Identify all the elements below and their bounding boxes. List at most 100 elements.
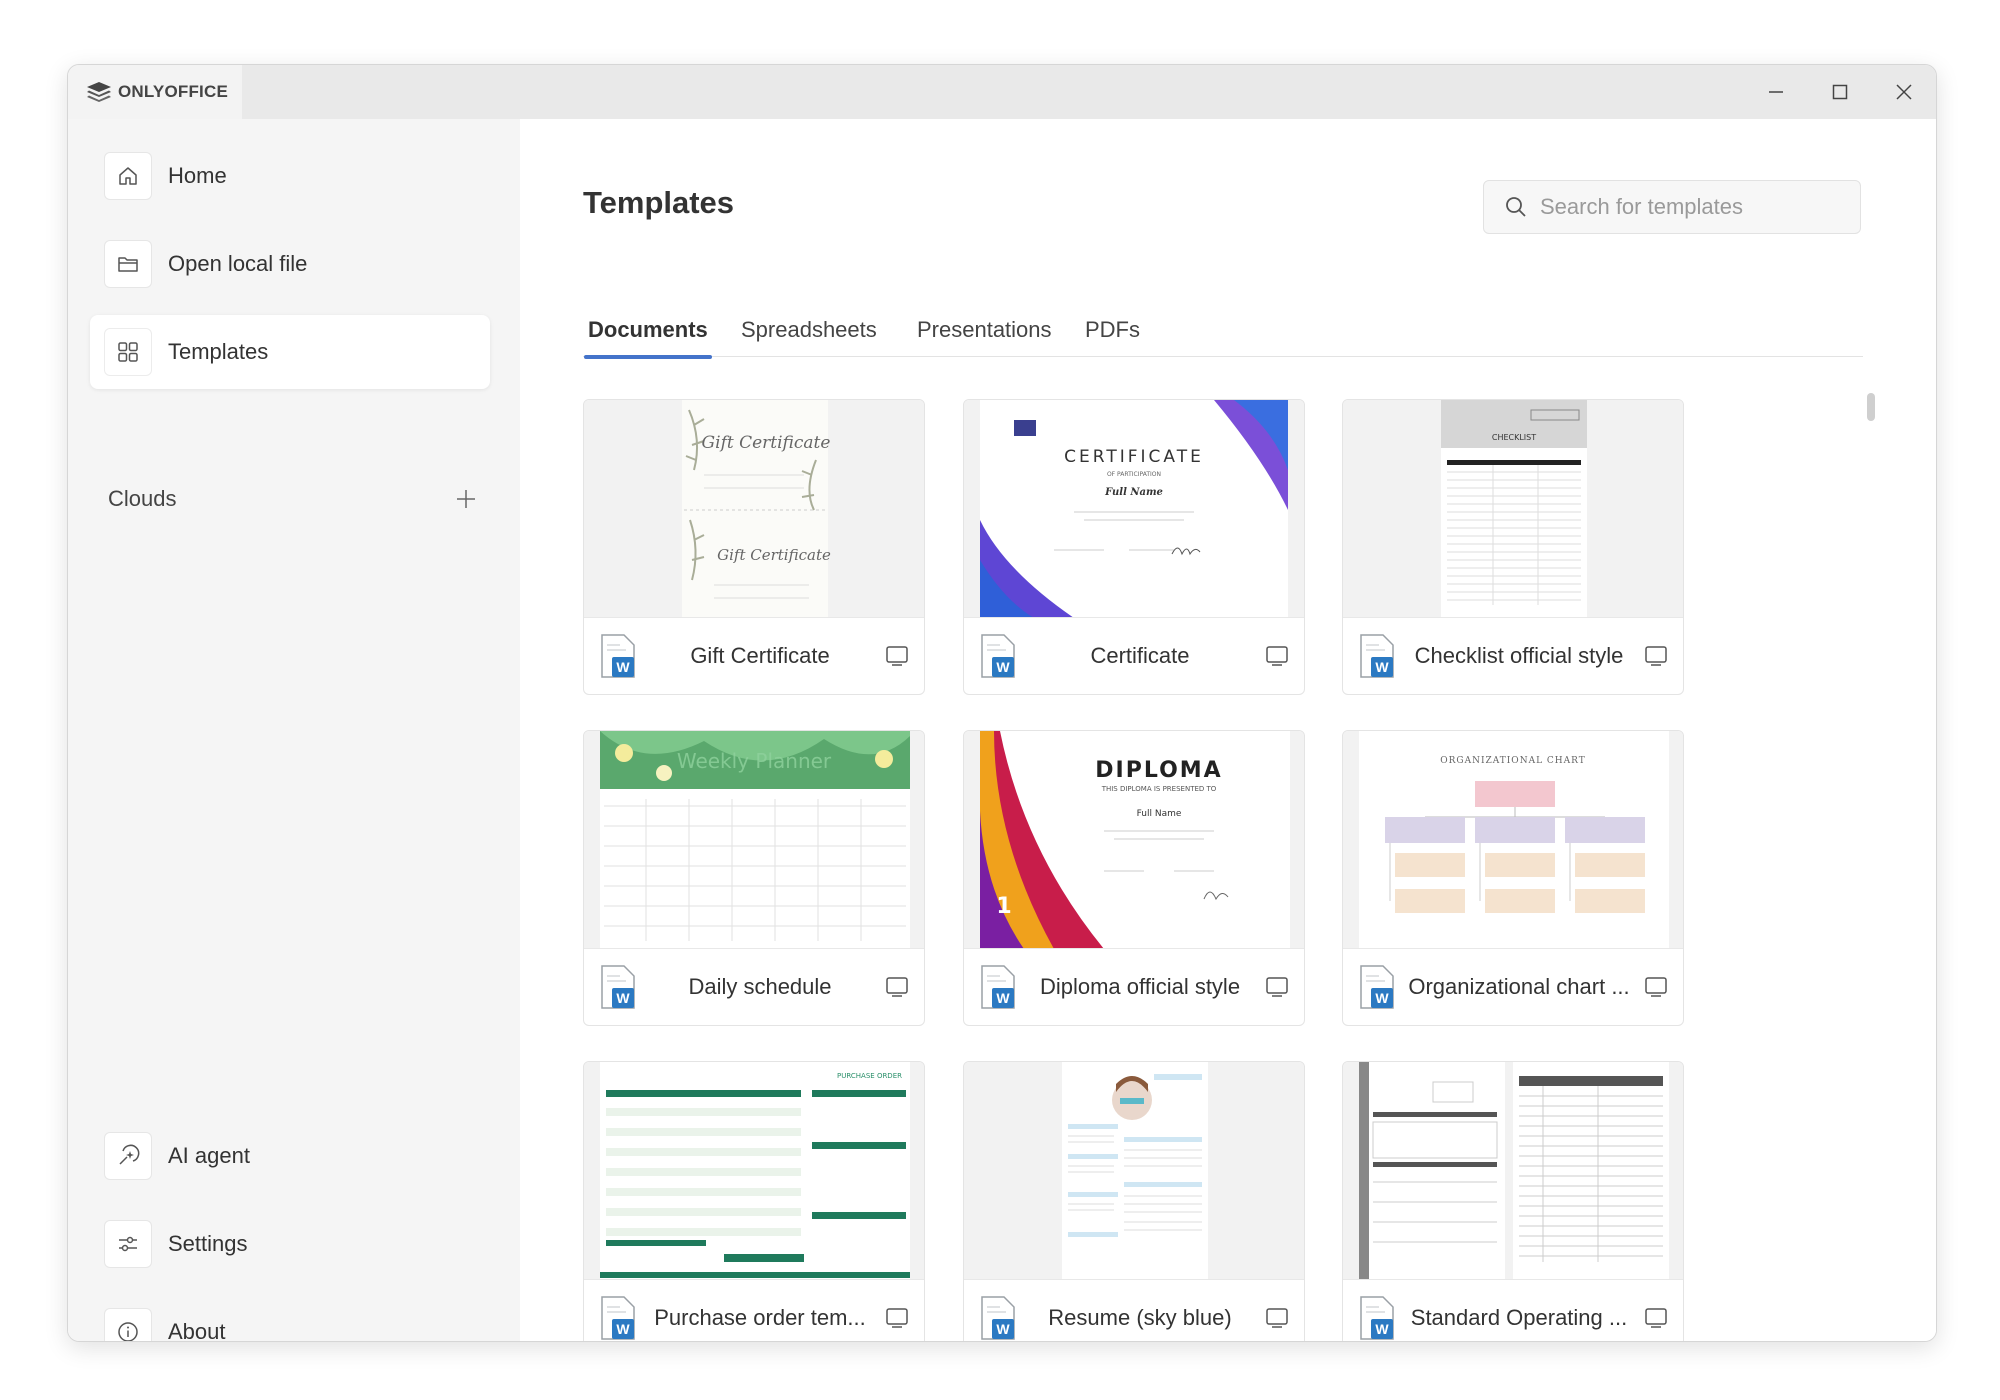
folder-icon-box bbox=[104, 240, 152, 288]
sidebar: Home Open local file Templates Clouds AI… bbox=[68, 119, 520, 1341]
template-card-footer: W Certificate bbox=[964, 618, 1304, 694]
word-document-icon: W bbox=[1360, 634, 1394, 678]
svg-text:W: W bbox=[1375, 990, 1389, 1006]
template-card-diploma[interactable]: 1 DIPLOMA THIS DIPLOMA IS PRESENTED TO F… bbox=[963, 730, 1305, 1026]
app-window: ONLYOFFICE Home Open local file Template… bbox=[67, 64, 1937, 1342]
svg-text:W: W bbox=[616, 990, 630, 1006]
cert-thumb-name: Full Name bbox=[1104, 487, 1163, 498]
grid-icon bbox=[118, 342, 138, 362]
sidebar-item-label: Open local file bbox=[168, 251, 308, 276]
sidebar-item-label: Settings bbox=[168, 1231, 248, 1256]
template-card-gift-certificate[interactable]: Gift Certificate Gift Certificate W Gift… bbox=[583, 399, 925, 695]
tab-documents[interactable]: Documents bbox=[584, 315, 712, 359]
template-card-standard-operating[interactable]: W Standard Operating ... bbox=[1342, 1061, 1684, 1341]
template-thumbnail bbox=[1343, 1062, 1683, 1280]
about-icon-box bbox=[104, 1308, 152, 1341]
preview-button[interactable] bbox=[882, 1303, 912, 1333]
preview-button[interactable] bbox=[1641, 1303, 1671, 1333]
clouds-section: Clouds bbox=[108, 479, 478, 519]
template-thumbnail bbox=[964, 1062, 1304, 1280]
svg-text:1: 1 bbox=[996, 894, 1011, 919]
home-icon bbox=[119, 167, 137, 185]
tab-spreadsheets[interactable]: Spreadsheets bbox=[741, 315, 877, 357]
search-input[interactable] bbox=[1540, 194, 1840, 220]
search-box[interactable] bbox=[1483, 180, 1861, 234]
cert-thumb-title: CERTIFICATE bbox=[1064, 447, 1204, 467]
diploma-preview: 1 DIPLOMA THIS DIPLOMA IS PRESENTED TO F… bbox=[980, 731, 1290, 948]
sidebar-item-label: Templates bbox=[168, 339, 269, 364]
window-controls bbox=[1744, 65, 1936, 119]
preview-button[interactable] bbox=[1262, 1303, 1292, 1333]
gift-thumb-title-2: Gift Certificate bbox=[717, 546, 831, 564]
sidebar-item-home[interactable]: Home bbox=[90, 139, 490, 213]
home-icon-box bbox=[104, 152, 152, 200]
sidebar-item-settings[interactable]: Settings bbox=[90, 1207, 490, 1281]
svg-text:W: W bbox=[1375, 1321, 1389, 1337]
preview-window-icon bbox=[1266, 977, 1288, 997]
template-thumbnail: Weekly Planner bbox=[584, 731, 924, 949]
planner-thumb-title: Weekly Planner bbox=[677, 749, 832, 773]
word-document-icon: W bbox=[1360, 1296, 1394, 1340]
minimize-button[interactable] bbox=[1744, 65, 1808, 119]
template-thumbnail: CERTIFICATE OF PARTICIPATION Full Name bbox=[964, 400, 1304, 618]
template-card-resume[interactable]: W Resume (sky blue) bbox=[963, 1061, 1305, 1341]
plus-icon[interactable] bbox=[454, 487, 478, 511]
active-tab-indicator bbox=[584, 355, 712, 359]
template-name: Purchase order tem... bbox=[654, 1305, 866, 1330]
template-scrollbar[interactable] bbox=[1865, 391, 1875, 1341]
template-thumbnail: PURCHASE ORDER bbox=[584, 1062, 924, 1280]
preview-button[interactable] bbox=[1262, 972, 1292, 1002]
sidebar-item-about[interactable]: About bbox=[90, 1295, 490, 1341]
resume-preview bbox=[1062, 1062, 1208, 1279]
template-card-footer: W Gift Certificate bbox=[584, 618, 924, 694]
template-name: Organizational chart ... bbox=[1408, 974, 1630, 999]
preview-button[interactable] bbox=[882, 641, 912, 671]
gift-certificate-preview: Gift Certificate Gift Certificate bbox=[682, 400, 831, 617]
sidebar-item-ai-agent[interactable]: AI agent bbox=[90, 1119, 490, 1193]
template-thumbnail: CHECKLIST bbox=[1343, 400, 1683, 618]
sop-preview bbox=[1359, 1062, 1669, 1279]
preview-button[interactable] bbox=[1262, 641, 1292, 671]
title-bar: ONLYOFFICE bbox=[68, 65, 1936, 119]
template-card-daily-schedule[interactable]: Weekly Planner W Daily schedule bbox=[583, 730, 925, 1026]
tab-label: Spreadsheets bbox=[741, 317, 877, 342]
sidebar-item-open-local-file[interactable]: Open local file bbox=[90, 227, 490, 301]
preview-button[interactable] bbox=[1641, 641, 1671, 671]
orgchart-thumb-title: ORGANIZATIONAL CHART bbox=[1440, 756, 1586, 766]
close-button[interactable] bbox=[1872, 65, 1936, 119]
sidebar-item-label: AI agent bbox=[168, 1143, 250, 1168]
purchase-thumb-title: PURCHASE ORDER bbox=[837, 1072, 902, 1080]
template-tabs: Documents Spreadsheets Presentations PDF… bbox=[583, 315, 1863, 359]
template-card-checklist[interactable]: CHECKLIST W Checklist official style bbox=[1342, 399, 1684, 695]
preview-window-icon bbox=[886, 977, 908, 997]
tab-presentations[interactable]: Presentations bbox=[917, 315, 1052, 357]
preview-button[interactable] bbox=[1641, 972, 1671, 1002]
template-name: Checklist official style bbox=[1414, 643, 1624, 668]
word-document-icon: W bbox=[601, 965, 635, 1009]
preview-window-icon bbox=[886, 1308, 908, 1328]
template-card-purchase-order[interactable]: PURCHASE ORDER W Purchase order tem... bbox=[583, 1061, 925, 1341]
svg-text:W: W bbox=[1375, 659, 1389, 675]
folder-icon bbox=[118, 257, 138, 272]
preview-window-icon bbox=[1266, 646, 1288, 666]
cert-thumb-sub: OF PARTICIPATION bbox=[1107, 471, 1161, 478]
scrollbar-thumb[interactable] bbox=[1867, 393, 1875, 421]
template-card-footer: W Purchase order tem... bbox=[584, 1280, 924, 1341]
sidebar-item-templates[interactable]: Templates bbox=[90, 315, 490, 389]
settings-icon-box bbox=[104, 1220, 152, 1268]
preview-window-icon bbox=[1266, 1308, 1288, 1328]
word-document-icon: W bbox=[1360, 965, 1394, 1009]
preview-button[interactable] bbox=[882, 972, 912, 1002]
template-name: Certificate bbox=[1090, 643, 1190, 668]
template-name: Gift Certificate bbox=[690, 643, 830, 668]
template-card-footer: W Daily schedule bbox=[584, 949, 924, 1025]
brand-tab[interactable]: ONLYOFFICE bbox=[68, 65, 242, 119]
tab-pdfs[interactable]: PDFs bbox=[1085, 315, 1140, 357]
template-thumbnail: 1 DIPLOMA THIS DIPLOMA IS PRESENTED TO F… bbox=[964, 731, 1304, 949]
maximize-button[interactable] bbox=[1808, 65, 1872, 119]
template-card-organizational-chart[interactable]: ORGANIZATIONAL CHART W Organizational ch… bbox=[1342, 730, 1684, 1026]
daily-schedule-preview: Weekly Planner bbox=[600, 731, 910, 948]
info-icon bbox=[118, 1322, 138, 1341]
preview-window-icon bbox=[1645, 1308, 1667, 1328]
template-card-certificate[interactable]: CERTIFICATE OF PARTICIPATION Full Name W… bbox=[963, 399, 1305, 695]
